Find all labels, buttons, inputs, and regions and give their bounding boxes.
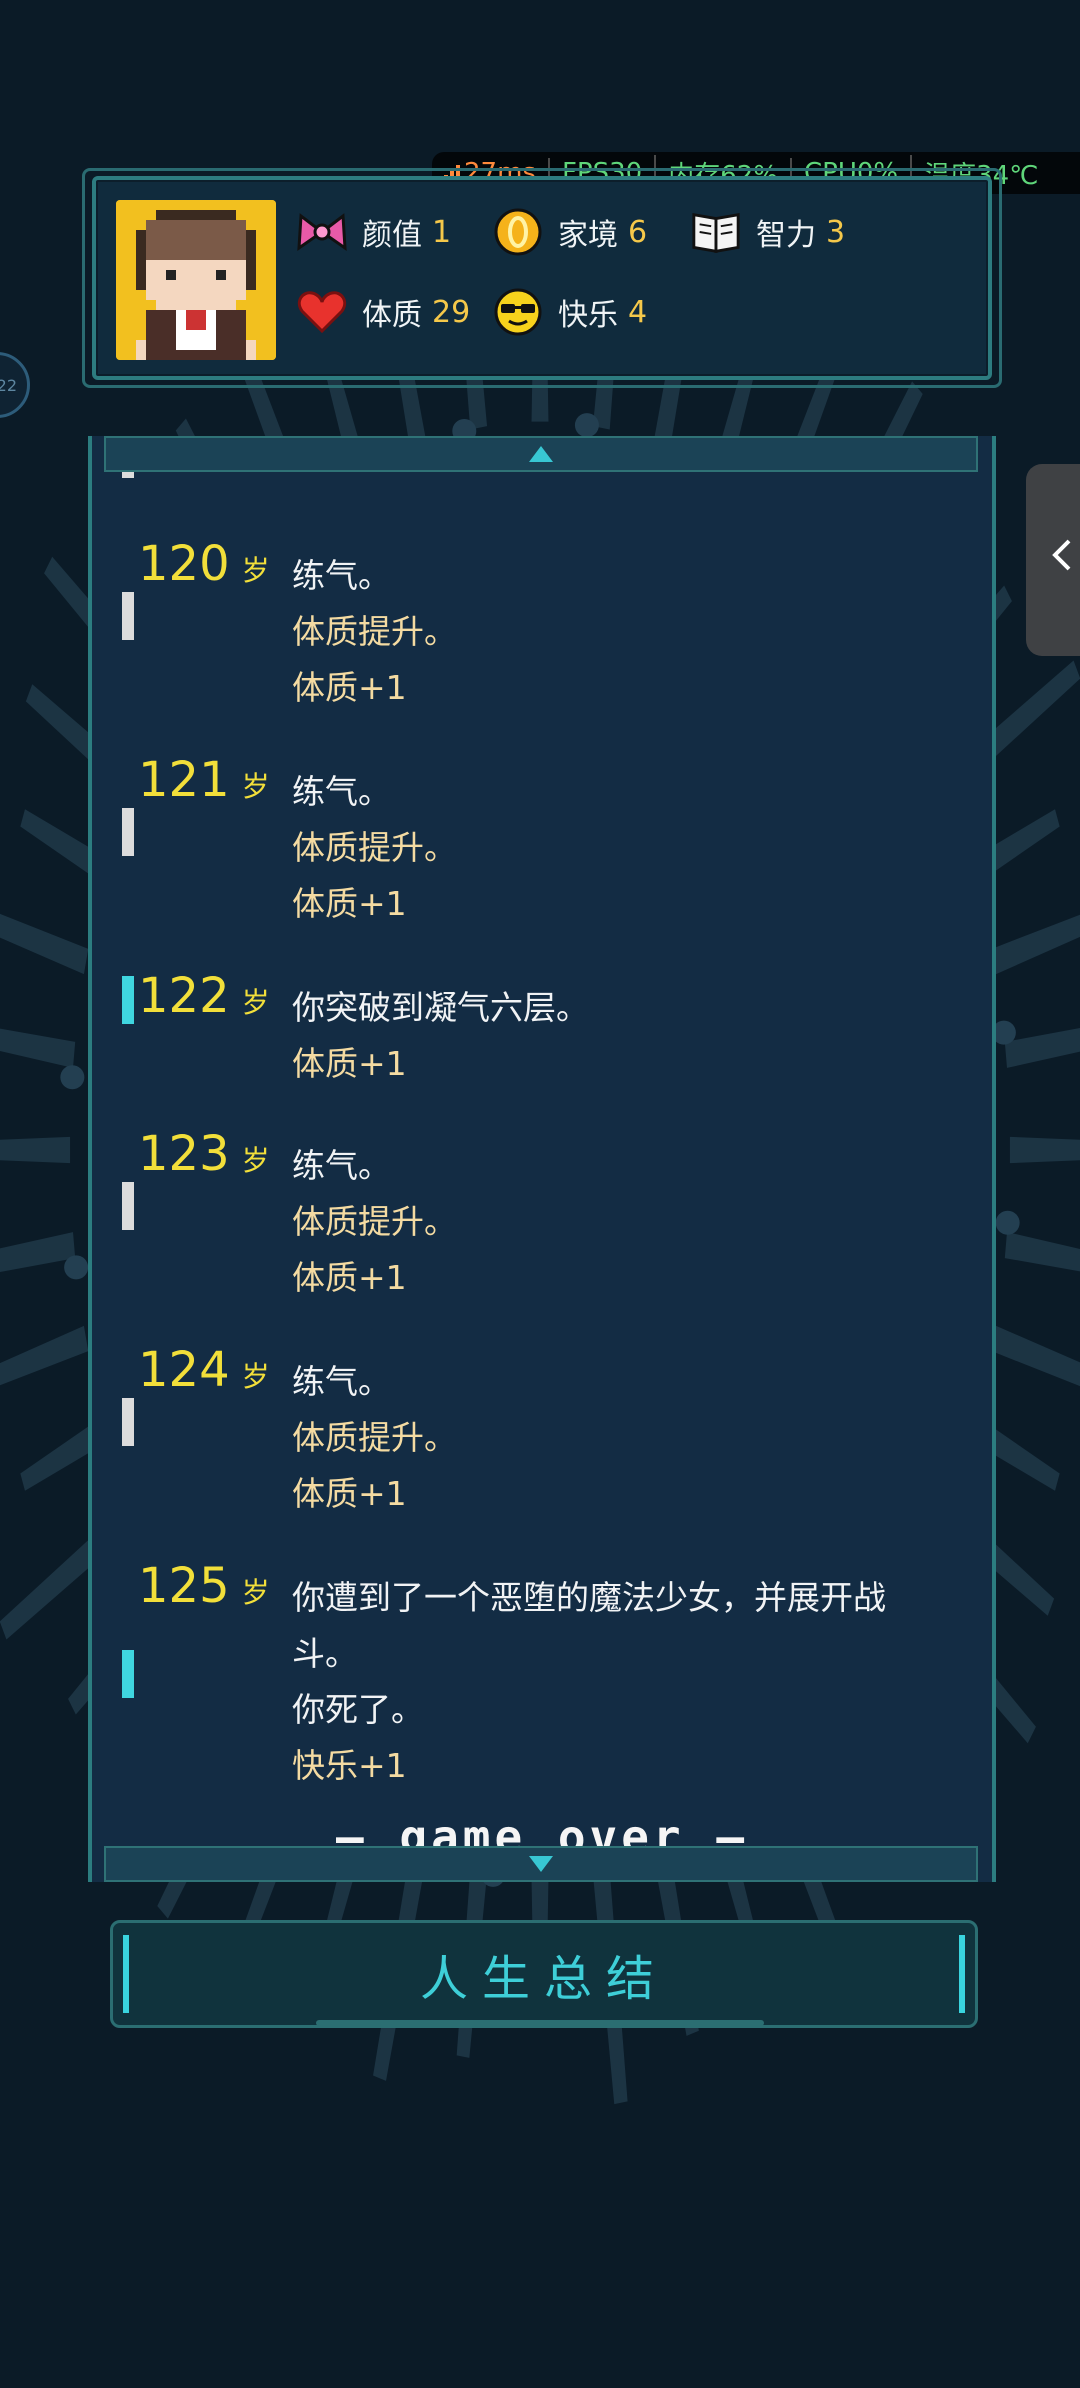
book-icon [690,206,742,258]
background-ray [1004,1232,1080,1272]
age-unit: 岁 [241,1360,270,1393]
background-dot [60,1065,85,1090]
avatar [116,200,276,360]
entry-line: 体质提升。 [292,612,457,651]
entry-line: 练气。 [292,556,391,595]
background-ray [0,1136,71,1164]
stat-intelligence: 智力 3 [690,206,845,258]
entry-line: 体质+1 [292,668,407,707]
age-number: 124 [138,1342,230,1398]
entry-marker [122,808,134,856]
entry-age: 120 岁 [138,536,270,592]
stat-family: 家境 6 [492,206,647,258]
triangle-up-icon [529,446,553,462]
entry-age: 125 岁 [138,1558,270,1614]
age-number: 120 [138,536,230,592]
entry-age: 124 岁 [138,1342,270,1398]
background-ray [991,1325,1080,1387]
entry-line: 体质+1 [292,884,407,923]
entry-text: 练气。体质提升。体质+1 [292,548,952,716]
entry-marker [122,1398,134,1446]
entry-line: 斗。 [292,1634,358,1673]
entry-marker [122,1182,134,1230]
age-unit: 岁 [241,554,270,587]
background-ray [0,1028,76,1068]
entry-text: 你突破到凝气六层。 体质+1 [292,980,952,1092]
attributes-panel: 颜值 1 家境 6 智力 3 体质 29 快乐 4 [82,168,1002,388]
entry-marker [122,592,134,640]
entry-text: 你遭到了一个恶堕的魔法少女，并展开战 斗。你死了。快乐+1 [292,1570,952,1794]
heart-icon [296,286,348,338]
sunglasses-face-icon [492,286,544,338]
entry-line: 练气。 [292,772,391,811]
entry-marker [122,1650,134,1698]
entry-line: 练气。 [292,1362,391,1401]
entry-marker [122,976,134,1024]
entry-line: 练气。 [292,1146,391,1185]
background-ray [1009,1136,1080,1164]
entry-age: 123 岁 [138,1126,270,1182]
life-summary-button[interactable]: 人生总结 [110,1920,978,2028]
triangle-down-icon [529,1856,553,1872]
entry-text: 练气。体质提升。体质+1 [292,1354,952,1522]
age-unit: 岁 [241,770,270,803]
entry-line: 体质+1 [292,1044,407,1083]
background-ray [0,1232,76,1273]
entry-line: 体质+1 [292,1474,407,1513]
life-log-panel[interactable]: 120 岁练气。 体质提升。 体质+1 121 岁练气。 体质提升。 体质+1 122 岁你突破到… [88,436,996,1882]
entry-text: 练气。体质提升。体质+1 [292,764,952,932]
background-dot [64,1255,89,1280]
bow-icon [296,206,348,258]
entry-line: 你死了。 [292,1690,424,1729]
age-number: 122 [138,968,230,1024]
background-ray [0,1325,89,1386]
background-ray [991,914,1080,975]
age-unit: 岁 [241,1144,270,1177]
age-unit: 岁 [241,986,270,1019]
scroll-up-button[interactable] [104,436,978,472]
entry-line: 快乐+1 [292,1746,407,1785]
life-log-list: 120 岁练气。 体质提升。 体质+1 121 岁练气。 体质提升。 体质+1 122 岁你突破到… [92,436,992,1882]
age-number: 125 [138,1558,230,1614]
coin-icon [492,206,544,258]
background-dot [995,1210,1020,1235]
entry-line: 体质提升。 [292,828,457,867]
chevron-left-icon [1049,537,1073,583]
entry-age: 121 岁 [138,752,270,808]
stat-happiness: 快乐 4 [492,286,647,338]
background-dot [574,413,599,438]
stat-appearance: 颜值 1 [296,206,451,258]
age-number: 123 [138,1126,230,1182]
background-ray [0,913,89,975]
floating-badge[interactable]: 22 [0,352,30,418]
entry-line: 体质提升。 [292,1202,457,1241]
age-unit: 岁 [241,1576,270,1609]
background-ray [1004,1027,1080,1068]
side-drawer-tab[interactable] [1026,464,1080,656]
age-number: 121 [138,752,230,808]
stat-constitution: 体质 29 [296,286,470,338]
entry-line: 你遭到了一个恶堕的魔法少女，并展开战 [292,1578,886,1617]
entry-age: 122 岁 [138,968,270,1024]
entry-text: 练气。体质提升。体质+1 [292,1138,952,1306]
entry-line: 你突破到凝气六层。 [292,988,589,1027]
scroll-down-button[interactable] [104,1846,978,1882]
button-underline [316,2020,764,2026]
entry-line: 体质+1 [292,1258,407,1297]
entry-line: 体质提升。 [292,1418,457,1457]
